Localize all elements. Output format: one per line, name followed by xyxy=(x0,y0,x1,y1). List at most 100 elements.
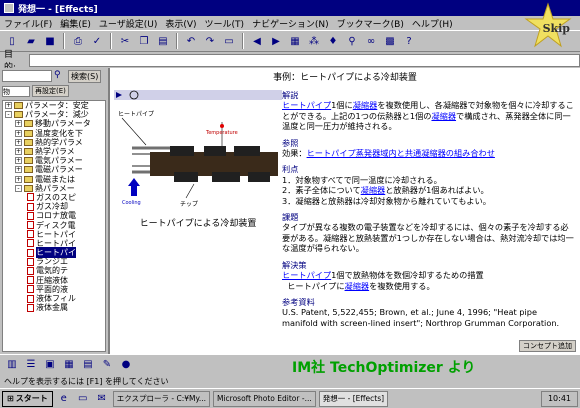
menu-view[interactable]: 表示(V) xyxy=(165,17,196,30)
cut-icon[interactable]: ✂ xyxy=(117,33,133,49)
layout-icon[interactable]: ▥ xyxy=(4,357,20,373)
expand-toggle-icon[interactable]: + xyxy=(15,157,22,165)
expand-toggle-icon[interactable]: + xyxy=(15,166,22,174)
menu-navigation[interactable]: ナビゲーション(N) xyxy=(252,17,329,30)
tile-icon[interactable]: ▤ xyxy=(80,357,96,373)
main-toolbar: ▯ ▰ ■ ⎙ ✓ ✂ ❐ ▤ ↶ ↷ ▭ ◀ ▶ ▦ ⁂ ♦ ⚲ ∞ ▩ ? xyxy=(0,30,580,52)
grid-view-icon[interactable]: ▩ xyxy=(382,33,398,49)
condenser-link[interactable]: 凝縮器 xyxy=(345,281,370,291)
expand-toggle-icon[interactable]: - xyxy=(5,111,12,119)
tree-view-icon[interactable]: ▦ xyxy=(287,33,303,49)
list-icon[interactable]: ☰ xyxy=(23,357,39,373)
start-button[interactable]: ⊞ スタート xyxy=(2,390,53,407)
condenser-link[interactable]: 凝縮器 xyxy=(431,111,456,121)
cooling-arrow-icon xyxy=(128,178,140,186)
heat-pipe-link[interactable]: ヒートパイプ xyxy=(282,100,331,110)
back-icon[interactable]: ◀ xyxy=(249,33,265,49)
chip xyxy=(212,172,240,182)
condenser-link[interactable]: 凝縮器 xyxy=(361,185,386,195)
bookmark-icon[interactable]: ♦ xyxy=(325,33,341,49)
print-icon[interactable]: ⎙ xyxy=(70,33,86,49)
taskbar-item-explorer[interactable]: エクスプローラ - C:¥My... xyxy=(112,390,210,407)
menu-file[interactable]: ファイル(F) xyxy=(4,17,52,30)
advantage-item: 2．素子全体について凝縮器と放熱器が1個あればよい。 xyxy=(282,185,489,196)
main-pane: 事例：ヒートパイプによる冷却装置 ヒートパイプ Temperature Cool… xyxy=(110,68,580,354)
document-icon xyxy=(27,285,34,294)
quicklaunch-desktop-icon[interactable]: ▭ xyxy=(75,391,91,407)
folder-icon xyxy=(24,157,33,165)
temp-marker xyxy=(220,124,224,128)
spellcheck-icon[interactable]: ✓ xyxy=(89,33,105,49)
section-heading: 参考資料 xyxy=(282,296,315,307)
cooling-arrow-icon xyxy=(131,186,137,196)
section-heading: 解説 xyxy=(282,90,299,100)
expand-toggle-icon[interactable]: + xyxy=(15,120,22,128)
menu-user-settings[interactable]: ユーザ設定(U) xyxy=(99,17,157,30)
title-bar: 発想一 - [Effects] xyxy=(0,0,580,16)
redo-icon[interactable]: ↷ xyxy=(202,33,218,49)
panel-icon[interactable]: ▣ xyxy=(42,357,58,373)
expand-toggle-icon[interactable]: + xyxy=(5,102,12,110)
taskbar-item-app[interactable]: 発想一 - [Effects] xyxy=(318,390,389,407)
add-concept-button[interactable]: コンセプト追加 xyxy=(519,340,576,352)
section-heading: 解決策 xyxy=(282,259,307,270)
expand-toggle-icon[interactable]: + xyxy=(15,148,22,156)
search-input[interactable] xyxy=(2,70,52,82)
paste-icon[interactable]: ▤ xyxy=(155,33,171,49)
globe-icon[interactable]: ● xyxy=(118,357,134,373)
heat-pipe-link[interactable]: ヒートパイプ xyxy=(282,270,331,280)
effects-tree[interactable]: + パラメータ：安定 - パラメータ：減少 + 移動パラメータ + 温度変化を下 + 熱的学パラメ… xyxy=(2,100,106,352)
toolbar-separator xyxy=(176,33,178,49)
clock: 10:41 xyxy=(540,390,578,407)
purpose-input[interactable] xyxy=(28,53,580,67)
section-heading: 参照 xyxy=(282,137,299,148)
page-title: 事例：ヒートパイプによる冷却装置 xyxy=(273,73,417,83)
leader-line xyxy=(185,183,195,199)
solution-paragraph: ヒートパイプ1個で放熱物体を数個冷却するための措置 xyxy=(282,270,484,281)
folder-icon xyxy=(24,148,33,156)
folder-icon xyxy=(24,129,33,137)
skip-label[interactable]: Skip xyxy=(543,22,570,35)
expand-toggle-icon[interactable]: + xyxy=(15,138,22,146)
window-title: 発想一 - [Effects] xyxy=(18,4,98,15)
search-icon[interactable]: ⚲ xyxy=(54,70,66,82)
menu-bookmark[interactable]: ブックマーク(B) xyxy=(337,17,404,30)
taskbar-item-photo-editor[interactable]: Microsoft Photo Editor -... xyxy=(212,390,316,407)
reference-link[interactable]: ヒートパイプ蒸発器域内と共通凝縮器の組み合わせ xyxy=(307,148,495,158)
copy-icon[interactable]: ❐ xyxy=(136,33,152,49)
quicklaunch-outlook-icon[interactable]: ✉ xyxy=(94,391,110,407)
binoculars-icon[interactable]: ∞ xyxy=(363,33,379,49)
toolbar-separator xyxy=(63,33,65,49)
document-icon xyxy=(27,211,34,220)
forward-icon[interactable]: ▶ xyxy=(268,33,284,49)
network-icon[interactable]: ⁂ xyxy=(306,33,322,49)
temp-label: Temperature xyxy=(205,130,238,136)
window-icon[interactable]: ▭ xyxy=(221,33,237,49)
open-icon[interactable]: ▰ xyxy=(23,33,39,49)
filter-select[interactable]: 物 xyxy=(2,85,30,97)
expand-toggle-icon[interactable]: + xyxy=(15,129,22,137)
undo-icon[interactable]: ↶ xyxy=(183,33,199,49)
expand-toggle-icon[interactable]: - xyxy=(15,184,22,192)
menu-help[interactable]: ヘルプ(H) xyxy=(412,17,453,30)
leader-line xyxy=(121,117,147,146)
edit-icon[interactable]: ✎ xyxy=(99,357,115,373)
filter-icon[interactable]: ⚲ xyxy=(344,33,360,49)
folder-icon xyxy=(14,111,23,119)
tree-item[interactable]: 液体金属 xyxy=(3,303,105,312)
folder-icon xyxy=(24,166,33,174)
menu-edit[interactable]: 編集(E) xyxy=(60,17,91,30)
toolbar-separator xyxy=(110,33,112,49)
menu-tools[interactable]: ツール(T) xyxy=(205,17,245,30)
search-button[interactable]: 検索(S) xyxy=(68,69,102,83)
taskbar: ⊞ スタート e ▭ ✉ エクスプローラ - C:¥My... Microsoft… xyxy=(0,388,580,408)
save-icon[interactable]: ■ xyxy=(42,33,58,49)
quicklaunch-ie-icon[interactable]: e xyxy=(56,391,72,407)
grid-icon[interactable]: ▦ xyxy=(61,357,77,373)
folder-icon xyxy=(24,138,33,146)
condenser-link[interactable]: 凝縮器 xyxy=(353,100,378,110)
help-icon[interactable]: ? xyxy=(401,33,417,49)
expand-toggle-icon[interactable]: + xyxy=(15,175,22,183)
document-icon xyxy=(27,230,34,239)
reset-button[interactable]: 再設定(E) xyxy=(32,85,69,97)
